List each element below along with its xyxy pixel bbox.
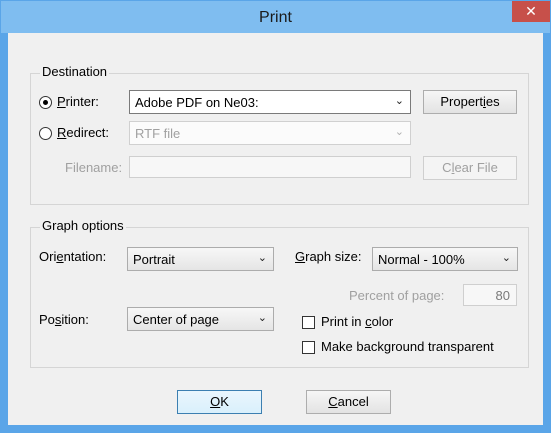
print-in-color-checkbox[interactable] [302, 316, 315, 329]
chevron-down-icon: ⌄ [501, 252, 511, 264]
orientation-label: Orientation: [39, 249, 107, 264]
make-background-transparent-label: Make background transparent [321, 339, 494, 354]
clear-file-button[interactable]: Clear File [423, 156, 517, 180]
graph-options-group-label: Graph options [40, 218, 126, 233]
chevron-down-icon: ⌄ [257, 252, 267, 264]
close-button[interactable]: ✕ [512, 1, 550, 22]
redirect-combo[interactable]: RTF file ⌄ [129, 121, 411, 145]
position-label: Position: [39, 312, 89, 327]
properties-button[interactable]: Properties [423, 90, 517, 114]
orientation-combo-value: Portrait [133, 252, 175, 267]
redirect-radio[interactable] [39, 127, 52, 140]
printer-combo-value: Adobe PDF on Ne03: [135, 95, 259, 110]
dialog-title: Print [259, 9, 292, 26]
graph-size-combo[interactable]: Normal - 100% ⌄ [372, 247, 518, 271]
print-dialog: Print ✕ Destination Printer: Adobe PDF o… [0, 0, 551, 433]
printer-radio-dot [43, 100, 48, 105]
percent-of-page-label: Percent of page: [349, 288, 445, 303]
graph-size-label: Graph size: [295, 249, 362, 264]
dialog-client-area: Destination Printer: Adobe PDF on Ne03: … [8, 33, 543, 425]
chevron-down-icon: ⌄ [257, 312, 267, 324]
percent-of-page-input[interactable]: 80 [463, 284, 517, 306]
position-combo[interactable]: Center of page ⌄ [127, 307, 274, 331]
printer-radio-label: Printer: [57, 94, 99, 109]
chevron-down-icon: ⌄ [394, 126, 404, 138]
printer-combo[interactable]: Adobe PDF on Ne03: ⌄ [129, 90, 411, 114]
position-combo-value: Center of page [133, 312, 220, 327]
title-bar[interactable]: Print ✕ [1, 1, 550, 33]
printer-radio[interactable] [39, 96, 52, 109]
print-in-color-label: Print in color [321, 314, 394, 329]
redirect-combo-value: RTF file [135, 126, 181, 141]
close-icon: ✕ [525, 3, 537, 19]
ok-button[interactable]: OK [177, 390, 262, 414]
make-background-transparent-checkbox[interactable] [302, 341, 315, 354]
destination-group-label: Destination [40, 64, 110, 79]
redirect-radio-label: Redirect: [57, 125, 110, 140]
filename-label: Filename: [65, 160, 123, 175]
chevron-down-icon: ⌄ [394, 95, 404, 107]
graph-size-combo-value: Normal - 100% [378, 252, 465, 267]
filename-input[interactable] [129, 156, 411, 178]
cancel-button[interactable]: Cancel [306, 390, 391, 414]
orientation-combo[interactable]: Portrait ⌄ [127, 247, 274, 271]
